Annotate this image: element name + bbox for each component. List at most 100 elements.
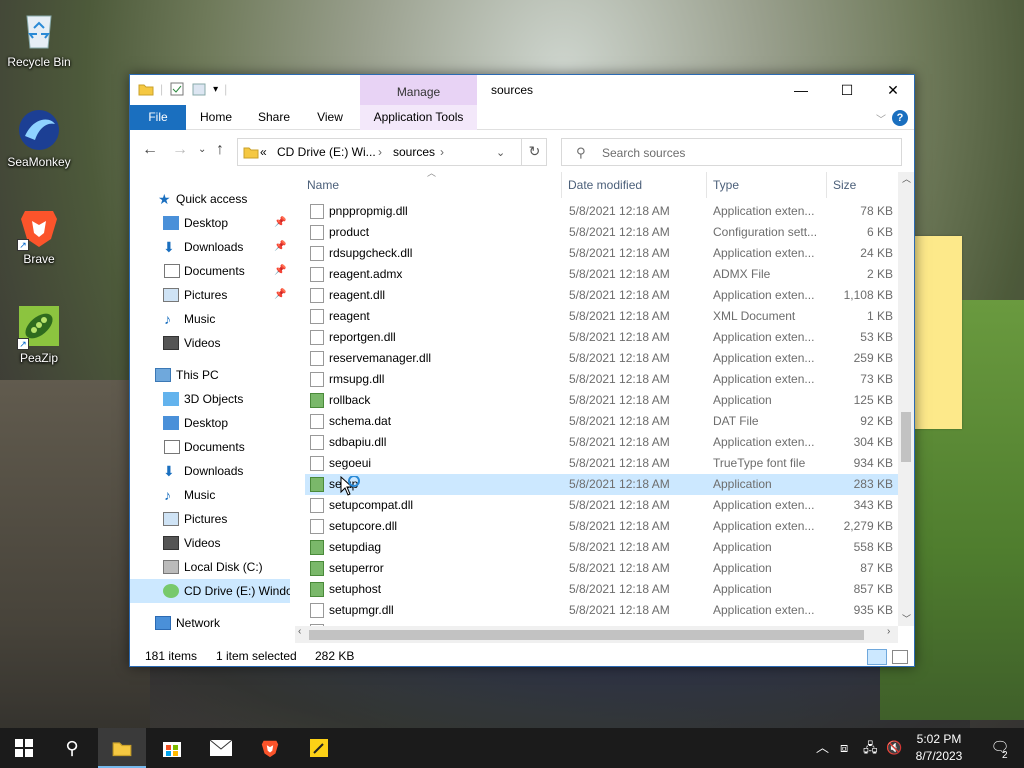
- scroll-thumb[interactable]: [901, 412, 911, 462]
- file-list[interactable]: Name ︿ Date modified Type Size pnppropmi…: [295, 168, 915, 644]
- start-button[interactable]: [0, 728, 48, 768]
- file-date: 5/8/2021 12:18 AM: [569, 309, 670, 323]
- file-row[interactable]: rmsupg.dll 5/8/2021 12:18 AM Application e…: [305, 369, 898, 390]
- navigation-pane[interactable]: ★ Quick access Desktop 📌 ⬇ Downloads 📌 D…: [130, 172, 290, 644]
- file-row[interactable]: reagent 5/8/2021 12:18 AM XML Document 1 KB: [305, 306, 898, 327]
- tab-home[interactable]: Home: [192, 105, 240, 130]
- file-row[interactable]: setupdiag 5/8/2021 12:18 AM Application 558…: [305, 537, 898, 558]
- back-button[interactable]: ←: [142, 141, 158, 159]
- scroll-thumb[interactable]: [309, 630, 864, 640]
- properties-icon[interactable]: [169, 81, 185, 97]
- file-row[interactable]: rdsupgcheck.dll 5/8/2021 12:18 AM Applicat…: [305, 243, 898, 264]
- nav-this-pc[interactable]: This PC: [130, 363, 290, 387]
- taskbar-sticky-notes[interactable]: [295, 728, 343, 768]
- nav-item-music[interactable]: ♪ Music: [130, 307, 290, 331]
- new-folder-icon[interactable]: [191, 81, 207, 97]
- file-row[interactable]: setupcore.dll 5/8/2021 12:18 AM Applicatio…: [305, 516, 898, 537]
- taskbar-brave[interactable]: [246, 728, 294, 768]
- application-icon: [310, 582, 324, 597]
- file-row[interactable]: setup5/8/2021 12:18 AMApplication283 KB: [305, 474, 898, 495]
- address-bar[interactable]: « CD Drive (E:) Wi... › sources › ⌄: [237, 138, 547, 166]
- breadcrumb-separator-icon[interactable]: ›: [440, 145, 444, 159]
- file-row[interactable]: setuperror 5/8/2021 12:18 AM Application 87…: [305, 558, 898, 579]
- file-row[interactable]: product 5/8/2021 12:18 AM Configuration se…: [305, 222, 898, 243]
- desktop-icon-recycle-bin[interactable]: Recycle Bin: [1, 8, 77, 69]
- taskbar-file-explorer[interactable]: [98, 728, 146, 768]
- file-row[interactable]: reportgen.dll 5/8/2021 12:18 AM Applicatio…: [305, 327, 898, 348]
- nav-item-local-disk[interactable]: Local Disk (C:): [130, 555, 290, 579]
- nav-item-desktop[interactable]: Desktop 📌: [130, 211, 290, 235]
- nav-item-pc-videos[interactable]: Videos: [130, 531, 290, 555]
- nav-item-videos[interactable]: Videos: [130, 331, 290, 355]
- breadcrumb-folder[interactable]: sources: [393, 145, 435, 159]
- tab-view[interactable]: View: [306, 105, 354, 130]
- up-button[interactable]: ↑: [216, 141, 224, 159]
- tab-file[interactable]: File: [130, 105, 186, 130]
- show-hidden-icons[interactable]: ︿: [816, 728, 829, 768]
- file-row[interactable]: rollback 5/8/2021 12:18 AM Application 125 …: [305, 390, 898, 411]
- minimize-button[interactable]: —: [778, 75, 824, 105]
- nav-item-pictures[interactable]: Pictures 📌: [130, 283, 290, 307]
- vertical-scrollbar[interactable]: ︿ ﹀: [898, 172, 914, 626]
- horizontal-scrollbar[interactable]: ‹ ›: [295, 626, 898, 643]
- breadcrumb-prefix[interactable]: «: [260, 145, 267, 159]
- customize-toolbar-icon[interactable]: ▾: [213, 84, 218, 95]
- nav-item-pc-desktop[interactable]: Desktop: [130, 411, 290, 435]
- close-button[interactable]: ✕: [870, 75, 916, 105]
- tab-application-tools[interactable]: Application Tools: [360, 105, 477, 130]
- scroll-right-icon[interactable]: ›: [887, 626, 890, 637]
- clock[interactable]: 5:02 PM 8/7/2023: [905, 731, 973, 765]
- file-row[interactable]: segoeui 5/8/2021 12:18 AM TrueType font fi…: [305, 453, 898, 474]
- breadcrumb-drive[interactable]: CD Drive (E:) Wi...: [277, 145, 376, 159]
- volume-muted-icon[interactable]: 🔇: [886, 728, 902, 768]
- nav-item-3d-objects[interactable]: 3D Objects: [130, 387, 290, 411]
- file-explorer-window[interactable]: | ▾ | Manage sources — ☐ ✕ File Home Sha…: [129, 74, 915, 667]
- sticky-note[interactable]: [914, 236, 962, 429]
- recent-locations-icon[interactable]: ⌄: [198, 144, 206, 155]
- nav-network[interactable]: Network: [130, 611, 290, 635]
- file-row[interactable]: reagent.dll 5/8/2021 12:18 AM Application …: [305, 285, 898, 306]
- file-row[interactable]: reservemanager.dll 5/8/2021 12:18 AM Appli…: [305, 348, 898, 369]
- file-row[interactable]: pnppropmig.dll 5/8/2021 12:18 AM Applicati…: [305, 201, 898, 222]
- maximize-button[interactable]: ☐: [824, 75, 870, 105]
- refresh-button[interactable]: ↻: [521, 138, 547, 166]
- nav-item-pc-downloads[interactable]: ⬇ Downloads: [130, 459, 290, 483]
- file-name: reportgen.dll: [329, 330, 396, 344]
- file-row[interactable]: setupcompat.dll 5/8/2021 12:18 AM Applicat…: [305, 495, 898, 516]
- title-bar[interactable]: | ▾ | Manage sources — ☐ ✕: [130, 75, 914, 105]
- file-row[interactable]: reagent.admx 5/8/2021 12:18 AM ADMX File 2 …: [305, 264, 898, 285]
- nav-quick-access[interactable]: ★ Quick access: [130, 187, 290, 211]
- network-tray-icon[interactable]: 🖧: [863, 728, 878, 768]
- breadcrumb-separator-icon[interactable]: ›: [378, 145, 382, 159]
- nav-item-pc-documents[interactable]: Documents: [130, 435, 290, 459]
- forward-button[interactable]: →: [172, 141, 188, 159]
- nav-item-documents[interactable]: Documents 📌: [130, 259, 290, 283]
- action-center-button[interactable]: 🗨 2: [976, 728, 1024, 768]
- nav-item-downloads[interactable]: ⬇ Downloads 📌: [130, 235, 290, 259]
- file-row[interactable]: setupmgr.dll 5/8/2021 12:18 AM Application…: [305, 600, 898, 621]
- search-button[interactable]: ⚲: [48, 728, 96, 768]
- details-view-icon[interactable]: [867, 649, 887, 665]
- nav-item-pc-pictures[interactable]: Pictures: [130, 507, 290, 531]
- desktop-icon-peazip[interactable]: ↗ PeaZip: [1, 304, 77, 365]
- taskbar-store[interactable]: [148, 728, 196, 768]
- camera-icon[interactable]: ⧈: [840, 728, 848, 768]
- file-row[interactable]: schema.dat 5/8/2021 12:18 AM DAT File 92 KB: [305, 411, 898, 432]
- dll-icon: [310, 519, 324, 534]
- scroll-down-icon[interactable]: ﹀: [902, 612, 911, 625]
- address-history-icon[interactable]: ⌄: [496, 146, 505, 159]
- desktop-icon-brave[interactable]: ↗ Brave: [1, 205, 77, 266]
- expand-ribbon-icon[interactable]: ﹀: [876, 111, 886, 126]
- search-input[interactable]: ⚲ Search sources: [561, 138, 902, 166]
- file-row[interactable]: sdbapiu.dll 5/8/2021 12:18 AM Application …: [305, 432, 898, 453]
- scroll-up-icon[interactable]: ︿: [902, 172, 911, 185]
- help-icon[interactable]: ?: [892, 110, 908, 126]
- file-row[interactable]: setuphost 5/8/2021 12:18 AM Application 857…: [305, 579, 898, 600]
- desktop-icon-seamonkey[interactable]: SeaMonkey: [1, 108, 77, 169]
- tab-share[interactable]: Share: [248, 105, 300, 130]
- nav-item-cd-drive[interactable]: CD Drive (E:) Windo: [130, 579, 290, 603]
- taskbar-mail[interactable]: [197, 728, 245, 768]
- large-icons-view-icon[interactable]: [892, 650, 908, 664]
- scroll-left-icon[interactable]: ‹: [298, 626, 301, 637]
- nav-item-pc-music[interactable]: ♪ Music: [130, 483, 290, 507]
